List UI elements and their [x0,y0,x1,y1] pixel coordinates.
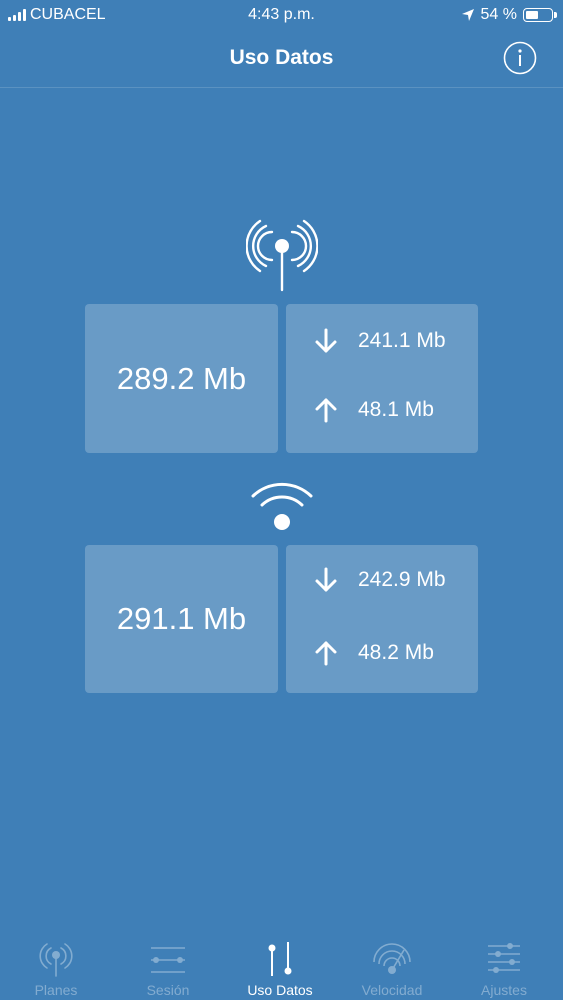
cellular-antenna-icon [246,219,318,292]
arrow-down-icon [315,567,337,592]
wifi-upload: 48.2 Mb [358,641,434,664]
arrow-up-icon [315,398,337,423]
wifi-icon [251,482,313,530]
tab-label: Sesión [146,982,190,998]
wifi-download: 242.9 Mb [358,568,446,591]
wifi-total: 291.1 Mb [116,601,247,636]
cellular-total: 289.2 Mb [116,360,247,396]
wifi-upload-row: 48.2 Mb [286,638,478,668]
tab-ajustes[interactable]: Ajustes [448,930,560,1000]
cellular-detail-tile: 241.1 Mb 48.1 Mb [286,304,478,453]
tab-uso-datos[interactable]: Uso Datos [224,930,336,1000]
session-slider-icon [151,947,185,973]
tab-sesion[interactable]: Sesión [112,930,224,1000]
cellular-download: 241.1 Mb [358,329,446,352]
cellular-upload: 48.1 Mb [358,398,434,421]
data-usage-icon [268,942,292,976]
navigation-bar: Uso Datos [0,30,563,88]
tab-label: Ajustes [481,982,527,998]
wifi-detail-tile: 242.9 Mb 48.2 Mb [286,545,478,693]
cellular-upload-row: 48.1 Mb [286,395,478,425]
wifi-download-row: 242.9 Mb [286,565,478,595]
info-icon[interactable] [503,41,537,75]
tab-bar: Planes Sesión Uso Datos Velocidad Ajuste… [0,930,563,1000]
tab-planes[interactable]: Planes [0,930,112,1000]
tab-label: Uso Datos [247,982,313,998]
speed-gauge-icon [373,943,411,974]
battery-percent: 54 % [480,6,517,23]
location-arrow-icon [461,9,474,21]
tab-label: Planes [34,982,78,998]
settings-sliders-icon [488,943,520,973]
cellular-download-row: 241.1 Mb [286,326,478,356]
cellular-total-tile: 289.2 Mb [85,304,278,453]
page-title: Uso Datos [229,46,334,69]
battery-icon [523,8,557,22]
status-bar: CUBACEL 4:43 p.m. 54 % [0,0,563,30]
arrow-down-icon [315,328,337,353]
tab-label: Velocidad [361,982,423,998]
tab-velocidad[interactable]: Velocidad [336,930,448,1000]
antenna-icon [39,943,73,977]
arrow-up-icon [315,641,337,666]
wifi-total-tile: 291.1 Mb [85,545,278,693]
status-right: 54 % [461,6,557,24]
